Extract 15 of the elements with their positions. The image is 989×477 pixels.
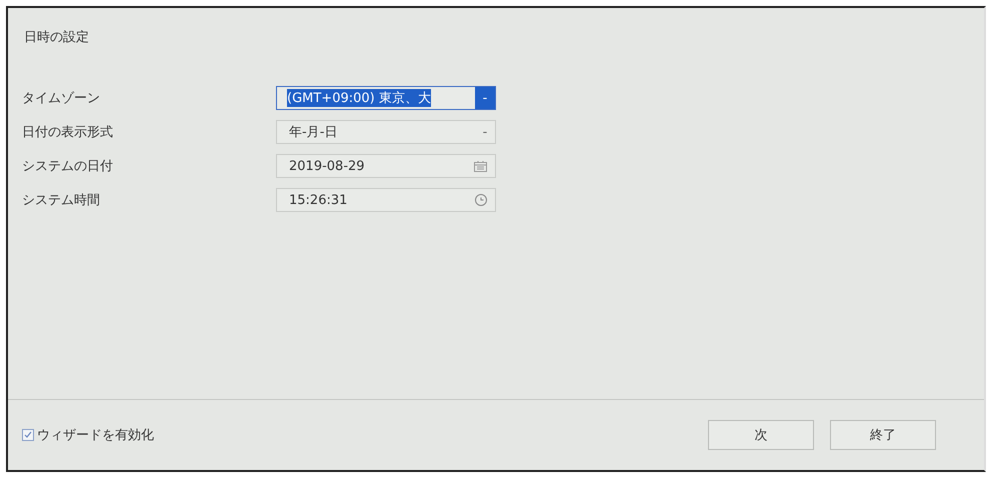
dropdown-field[interactable]: (GMT+09:00) 東京、大 -: [276, 86, 496, 110]
dialog-title: 日時の設定: [24, 29, 90, 46]
time-field[interactable]: 15:26:31: [276, 188, 496, 212]
field-label: システム時間: [22, 192, 101, 209]
date-field[interactable]: 2019-08-29: [276, 154, 496, 178]
checkbox[interactable]: [22, 429, 34, 441]
field-label: 日付の表示形式: [22, 124, 114, 141]
field-label: タイムゾーン: [22, 90, 101, 107]
checkbox-label: ウィザードを有効化: [37, 427, 154, 444]
clock-icon: [475, 194, 487, 206]
dropdown-field[interactable]: 年-月-日 -: [276, 120, 496, 144]
dialog-button[interactable]: 終了: [830, 420, 936, 450]
field-label: システムの日付: [22, 158, 114, 175]
calendar-icon: [474, 160, 487, 172]
dialog-button[interactable]: 次: [708, 420, 814, 450]
